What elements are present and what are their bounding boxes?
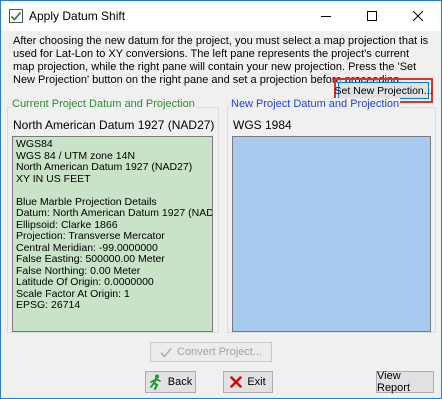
new-projection-details[interactable] — [232, 136, 431, 332]
convert-project-label: Convert Project... — [177, 346, 262, 358]
detail-line: Datum: North American Datum 1927 (NAD27) — [16, 207, 213, 219]
new-projection-legend: New Project Datum and Projection — [230, 98, 401, 110]
back-button[interactable]: Back — [145, 371, 196, 393]
window-title: Apply Datum Shift — [29, 9, 126, 23]
app-icon — [9, 9, 23, 23]
apply-datum-shift-window: Apply Datum Shift After choosing the new… — [0, 0, 442, 399]
maximize-button[interactable] — [349, 1, 395, 31]
new-datum-name: WGS 1984 — [233, 118, 292, 132]
detail-line: Projection: Transverse Mercator — [16, 230, 165, 242]
current-projection-legend: Current Project Datum and Projection — [11, 98, 196, 110]
exit-button[interactable]: Exit — [223, 371, 273, 393]
detail-line: EPSG: 26714 — [16, 299, 81, 311]
exit-label: Exit — [247, 376, 266, 388]
detail-line: XY IN US FEET — [16, 172, 91, 185]
close-icon — [413, 11, 423, 21]
minimize-button[interactable] — [303, 1, 349, 31]
checkmark-icon — [160, 347, 172, 358]
maximize-icon — [367, 11, 377, 21]
view-report-button[interactable]: View Report — [376, 370, 434, 394]
convert-project-button[interactable]: Convert Project... — [150, 342, 272, 362]
detail-line: North American Datum 1927 (NAD27) — [16, 161, 193, 173]
detail-line: False Easting: 500000.00 Meter — [16, 253, 165, 265]
set-new-projection-button[interactable]: Set New Projection... — [334, 82, 433, 99]
detail-spacer — [16, 185, 209, 197]
current-datum-name: North American Datum 1927 (NAD27) — [13, 118, 215, 132]
title-bar: Apply Datum Shift — [1, 1, 441, 31]
close-button[interactable] — [395, 1, 441, 31]
back-label: Back — [167, 376, 193, 388]
detail-line: WGS84 — [16, 138, 53, 150]
red-x-icon — [230, 376, 243, 388]
minimize-icon — [321, 16, 331, 17]
running-man-icon — [149, 374, 163, 390]
current-projection-details[interactable]: WGS84 WGS 84 / UTM zone 14N North Americ… — [12, 136, 213, 332]
detail-line: Latitude Of Origin: 0.0000000 — [16, 276, 154, 288]
